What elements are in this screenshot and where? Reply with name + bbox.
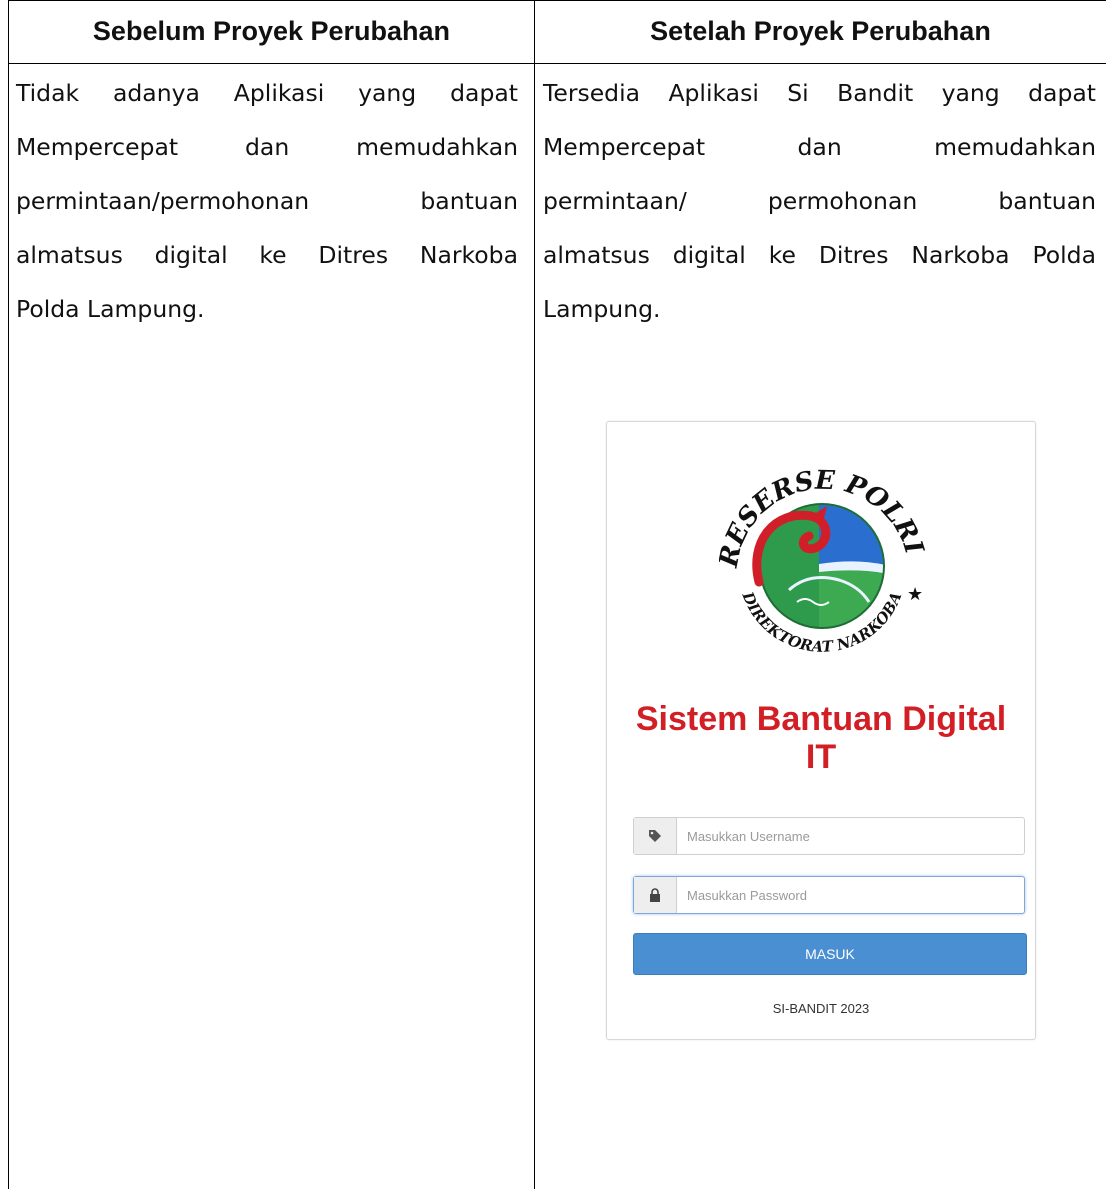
masuk-button[interactable]: MASUK <box>633 933 1027 975</box>
after-line: Tersedia Aplikasi Si Bandit yang dapat <box>543 66 1096 120</box>
after-word: Narkoba <box>911 241 1010 269</box>
after-word: Aplikasi <box>668 79 759 107</box>
after-word: Tersedia <box>543 79 641 107</box>
after-word: yang <box>941 79 1000 107</box>
svg-text:★: ★ <box>907 584 923 605</box>
after-word: ke <box>768 241 796 269</box>
before-line: Polda Lampung. <box>16 282 518 336</box>
before-word: yang <box>358 79 417 107</box>
after-line: almatsus digital ke Ditres Narkoba Polda <box>543 228 1096 282</box>
reserse-polri-logo: RESERSE POLRI DIREKTORAT NARKOBA ★ <box>719 466 925 656</box>
before-word: adanya <box>112 79 200 107</box>
after-word: bantuan <box>998 187 1096 215</box>
app-title: Sistem Bantuan Digital IT <box>635 700 1007 776</box>
before-word: Narkoba <box>419 241 518 269</box>
before-word: Polda Lampung. <box>16 295 205 323</box>
password-field <box>633 876 1025 914</box>
before-word: Ditres <box>318 241 389 269</box>
login-card: RESERSE POLRI DIREKTORAT NARKOBA ★ Siste… <box>606 421 1036 1040</box>
after-word: dapat <box>1028 79 1096 107</box>
before-line: permintaan/permohonan bantuan <box>16 174 518 228</box>
header-before: Sebelum Proyek Perubahan <box>92 16 451 46</box>
before-word: ke <box>259 241 287 269</box>
after-word: Ditres <box>818 241 889 269</box>
table-column-divider <box>534 0 535 1189</box>
after-word: dan <box>797 133 842 161</box>
before-word: almatsus <box>16 241 123 269</box>
after-word: Lampung. <box>543 295 661 323</box>
before-line: almatsus digital ke Ditres Narkoba <box>16 228 518 282</box>
after-word: digital <box>672 241 746 269</box>
before-word: Aplikasi <box>233 79 325 107</box>
password-input[interactable] <box>677 877 1024 913</box>
after-word: Si <box>787 79 809 107</box>
after-word: permohonan <box>767 187 918 215</box>
table-border-left <box>8 0 9 1189</box>
tag-icon <box>634 818 677 854</box>
before-word: dapat <box>450 79 518 107</box>
lock-icon <box>634 877 677 913</box>
username-input[interactable] <box>677 818 1024 854</box>
before-word: Tidak <box>16 79 80 107</box>
before-word: dan <box>245 133 290 161</box>
after-line: Lampung. <box>543 282 1096 336</box>
table-header-divider <box>8 63 1106 64</box>
before-line: Tidak adanya Aplikasi yang dapat <box>16 66 518 120</box>
after-word: memudahkan <box>934 133 1096 161</box>
before-word: digital <box>154 241 228 269</box>
username-field <box>633 817 1025 855</box>
after-word: Polda <box>1032 241 1096 269</box>
after-word: Mempercepat <box>543 133 706 161</box>
after-description: Tersedia Aplikasi Si Bandit yang dapat Memperc… <box>543 66 1096 336</box>
after-line: permintaan/permohonan bantuan <box>543 174 1096 228</box>
before-word: bantuan <box>420 187 518 215</box>
before-description: Tidak adanya Aplikasi yang dapat Mempercepat d… <box>16 66 518 336</box>
before-word: Mempercepat <box>16 133 179 161</box>
before-line: Mempercepat dan memudahkan <box>16 120 518 174</box>
before-word: memudahkan <box>356 133 518 161</box>
header-after: Setelah Proyek Perubahan <box>650 16 991 46</box>
app-footer: SI-BANDIT 2023 <box>772 1001 870 1016</box>
after-word: permintaan/ <box>543 187 687 215</box>
after-line: Mempercepat dan memudahkan <box>543 120 1096 174</box>
after-word: Bandit <box>837 79 914 107</box>
after-word: almatsus <box>543 241 650 269</box>
before-word: permintaan/permohonan <box>16 187 310 215</box>
